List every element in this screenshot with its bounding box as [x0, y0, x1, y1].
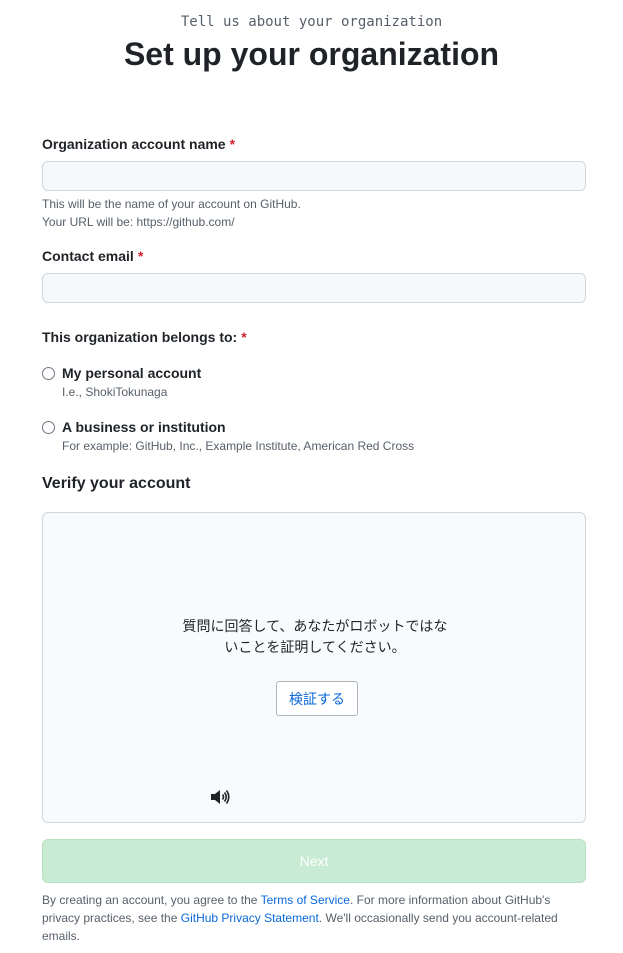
verify-button[interactable]: 検証する	[276, 681, 358, 716]
required-mark: *	[229, 136, 236, 152]
radio-option-desc: I.e., ShokiTokunaga	[62, 385, 168, 399]
org-name-note: This will be the name of your account on…	[42, 195, 301, 231]
page-eyebrow: Tell us about your organization	[180, 14, 443, 30]
page-title: Set up your organization	[123, 36, 500, 72]
verify-section-title: Verify your account	[42, 475, 191, 492]
org-name-label: Organization account name *	[42, 136, 235, 152]
contact-email-label-text: Contact email	[42, 248, 134, 264]
radio-option-business[interactable]: A business or institution For example: G…	[42, 419, 586, 459]
terms-of-service-link[interactable]: Terms of Service	[261, 893, 350, 907]
required-mark: *	[137, 248, 144, 264]
required-mark: *	[241, 329, 247, 345]
captcha-instructions-line2: いことを証明してください。	[224, 640, 406, 656]
legal-notice: By creating an account, you agree to the…	[42, 891, 586, 945]
privacy-statement-link[interactable]: GitHub Privacy Statement	[181, 911, 319, 925]
radio-button[interactable]	[42, 421, 55, 434]
radio-option-personal[interactable]: My personal account I.e., ShokiTokunaga	[42, 365, 586, 405]
legal-prefix: By creating an account, you agree to the	[42, 893, 261, 907]
captcha-panel: 質問に回答して、あなたがロボットではな いことを証明してください。 検証する	[42, 512, 586, 823]
contact-email-label: Contact email *	[42, 248, 143, 264]
org-name-note-line1: This will be the name of your account on…	[42, 197, 301, 211]
captcha-instructions-line1: 質問に回答して、あなたがロボットではな	[182, 619, 448, 635]
speaker-icon[interactable]	[210, 788, 230, 806]
captcha-instructions: 質問に回答して、あなたがロボットではな いことを証明してください。	[43, 617, 587, 659]
next-button[interactable]: Next	[42, 839, 586, 883]
contact-email-input[interactable]	[42, 273, 586, 303]
org-name-url-note: Your URL will be: https://github.com/	[42, 215, 235, 229]
org-name-input[interactable]	[42, 161, 586, 191]
org-name-label-text: Organization account name	[42, 136, 226, 152]
belongs-to-label: This organization belongs to: *	[42, 329, 247, 345]
radio-button[interactable]	[42, 367, 55, 380]
radio-option-title[interactable]: A business or institution	[62, 419, 226, 435]
radio-option-title[interactable]: My personal account	[62, 365, 201, 381]
radio-option-desc: For example: GitHub, Inc., Example Insti…	[62, 439, 415, 453]
belongs-to-label-text: This organization belongs to:	[42, 329, 238, 345]
